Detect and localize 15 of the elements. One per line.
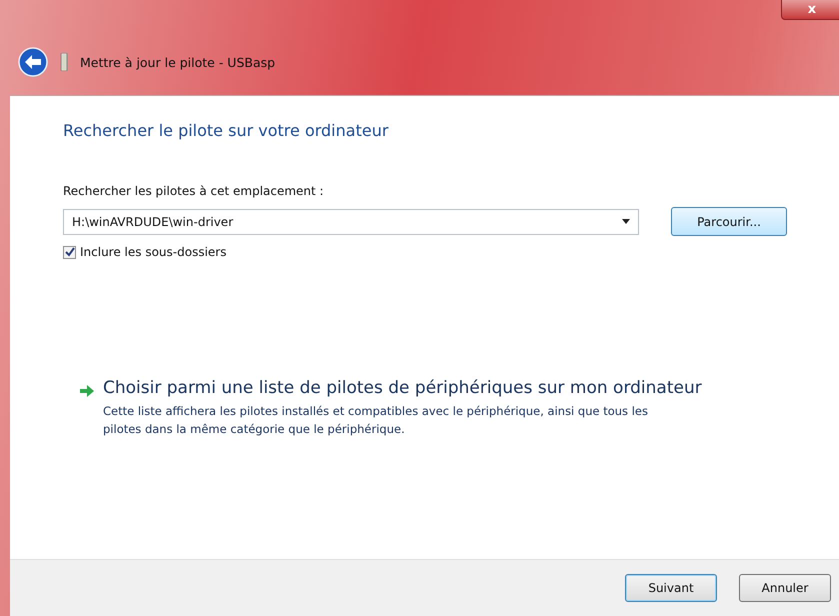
browse-button[interactable]: Parcourir... (671, 207, 787, 236)
arrow-icon (80, 385, 94, 397)
page-heading: Rechercher le pilote sur votre ordinateur (63, 121, 390, 140)
checkbox[interactable] (63, 246, 76, 258)
back-icon[interactable] (18, 47, 48, 77)
usb-icon (60, 53, 68, 71)
checkbox-label: Inclure les sous-dossiers (80, 245, 226, 259)
location-combo[interactable]: H:\winAVRDUDE\win-driver (63, 208, 639, 234)
option-link[interactable]: Choisir parmi une liste de pilotes de périphériques sur mon ordinateur (103, 378, 702, 398)
dialog-button[interactable]: Annuler (739, 574, 831, 602)
option-description: Cette liste affichera les pilotes installés et compatibles avec le périphérique, ainsi que tous les pilotes dans la même catégorie que le périphérique. (103, 403, 649, 438)
window-title: Mettre à jour le pilote - USBasp (80, 54, 276, 70)
dialog-button[interactable]: Suivant (625, 574, 717, 602)
dropdown-caret-icon[interactable] (622, 219, 630, 224)
location-label: Rechercher les pilotes à cet emplacement : (63, 184, 325, 198)
